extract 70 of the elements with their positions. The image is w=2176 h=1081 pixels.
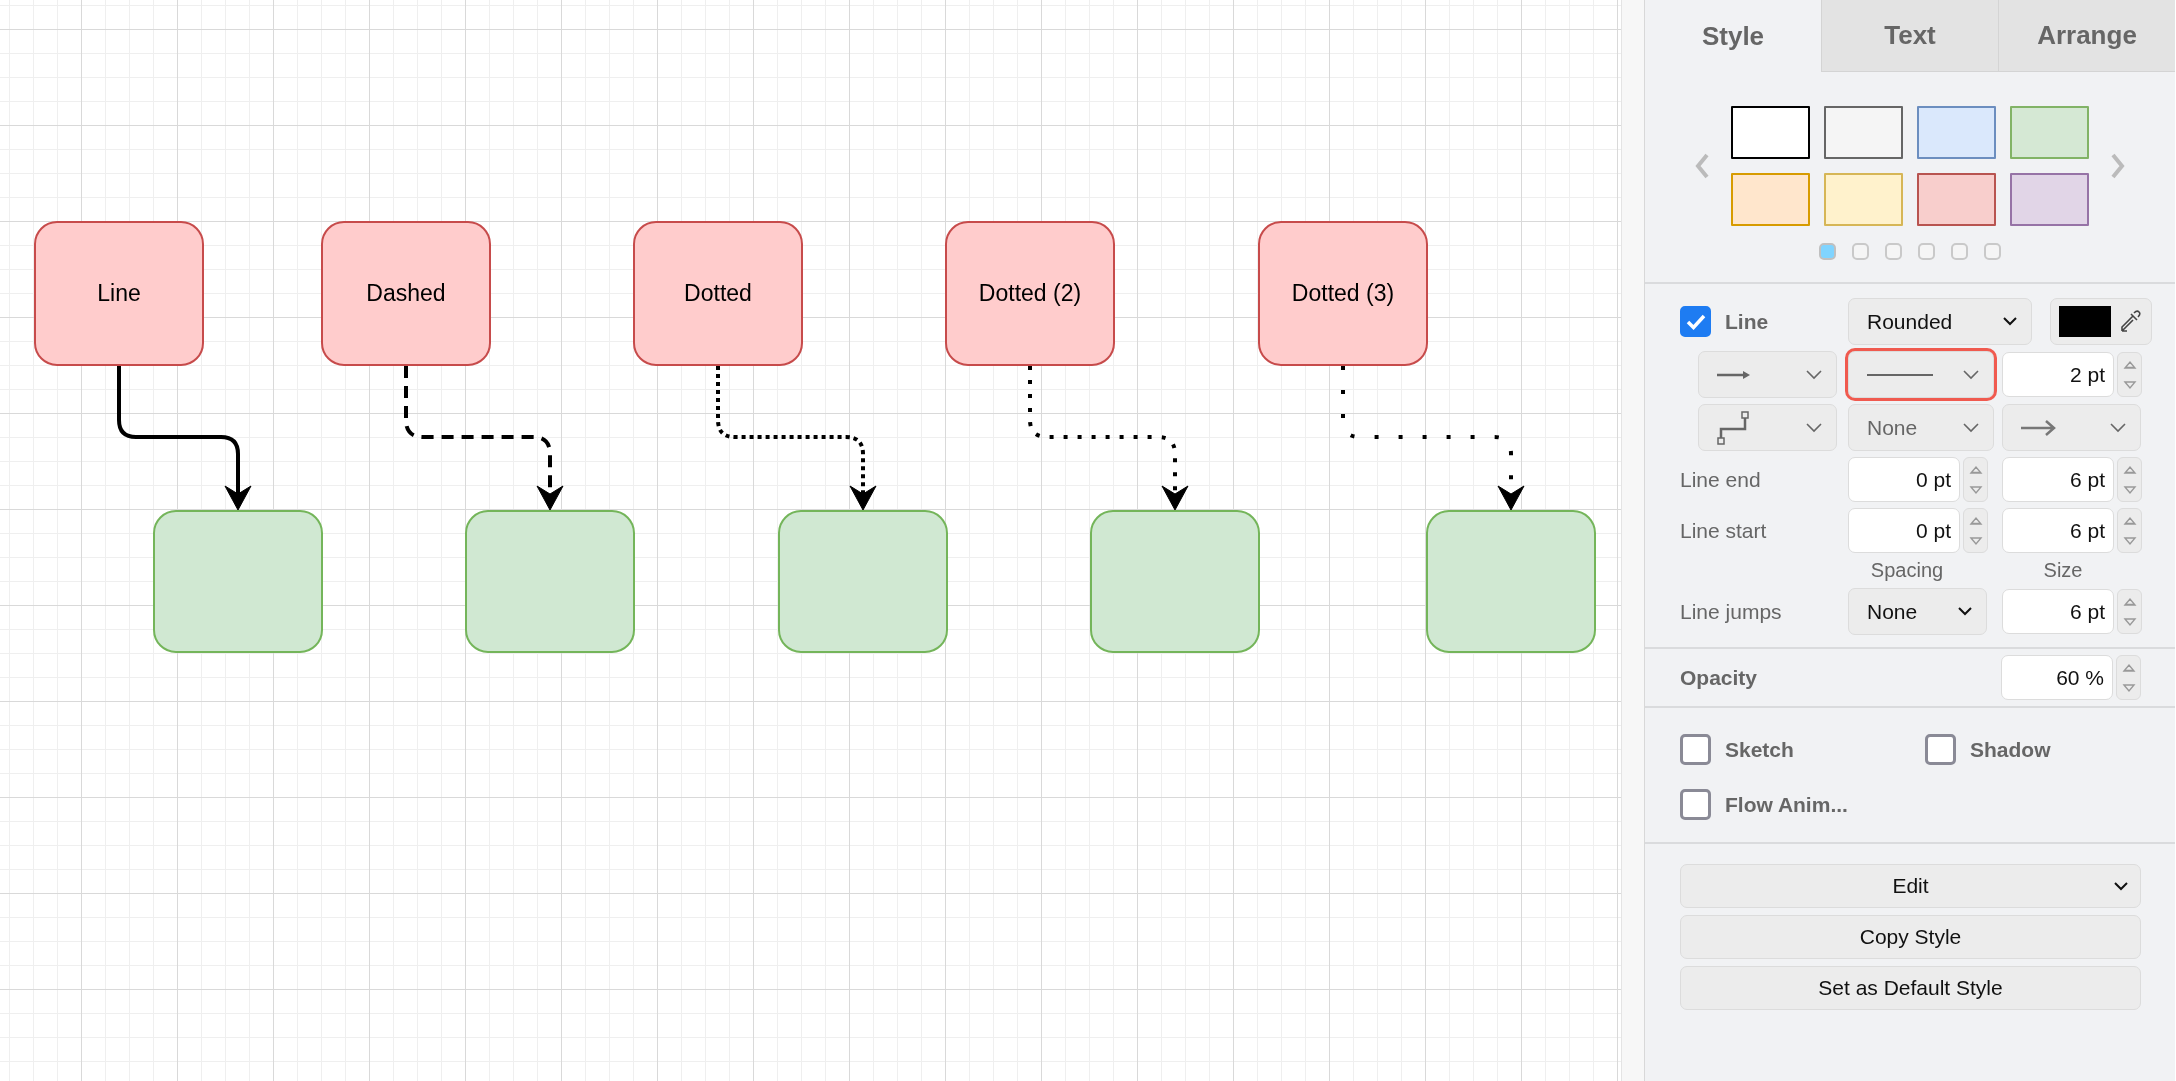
column-header: Spacing: [1869, 559, 1945, 582]
style-swatch[interactable]: [1731, 173, 1810, 226]
caret-icon: [2003, 317, 2017, 326]
style-swatch[interactable]: [1917, 173, 1996, 226]
style-swatch[interactable]: [2010, 173, 2089, 226]
checkmark-icon: [1685, 313, 1706, 330]
size-field[interactable]: 6 pt: [2002, 508, 2114, 553]
routing-dropdown[interactable]: Rounded: [1848, 298, 2032, 345]
checkbox[interactable]: [1680, 306, 1711, 337]
panel-tab[interactable]: Arrange: [1998, 0, 2175, 72]
option-label: Flow Anim...: [1725, 792, 1848, 817]
column-header: Size: [2042, 559, 2084, 582]
style-swatch[interactable]: [1824, 173, 1903, 226]
arrow-icon: [1717, 369, 1751, 380]
stepper[interactable]: [1963, 457, 1988, 502]
option-label: Shadow: [1970, 737, 2051, 762]
opacity-label: Opacity: [1680, 665, 1758, 690]
style-button[interactable]: Copy Style: [1680, 915, 2141, 959]
arrow-icon: [2021, 418, 2057, 437]
line-jumps-dropdown[interactable]: None: [1848, 588, 1987, 635]
stepper[interactable]: [2116, 655, 2141, 700]
eyedropper-icon: [2119, 309, 2141, 334]
checkbox[interactable]: [1680, 734, 1711, 765]
line-label: Line: [1725, 309, 1769, 334]
line-width-field[interactable]: 2 pt: [2002, 352, 2114, 397]
shape-label: Dotted: [684, 280, 752, 306]
arrow-style-dropdown[interactable]: [1698, 351, 1837, 398]
spacing-field[interactable]: 0 pt: [1848, 508, 1960, 553]
shape-label: Dashed: [366, 280, 446, 306]
checkbox[interactable]: [1680, 789, 1711, 820]
waypoints-icon: [1717, 410, 1751, 445]
style-button[interactable]: Set as Default Style: [1680, 966, 2141, 1010]
edit-style-menu[interactable]: Edit: [1680, 864, 2141, 908]
style-swatch[interactable]: [1917, 106, 1996, 159]
caret-icon: [2114, 881, 2128, 891]
line-end-dropdown[interactable]: [2002, 404, 2141, 451]
shape-label: Dotted (3): [1291, 280, 1395, 306]
shape-label: Dotted (2): [978, 280, 1082, 306]
spacing-field[interactable]: 0 pt: [1848, 457, 1960, 502]
size-field[interactable]: 6 pt: [2002, 589, 2114, 634]
line-jumps-label: Line jumps: [1680, 599, 1783, 624]
solid-line-icon: [1867, 372, 1933, 377]
caret-icon: [1958, 607, 1972, 616]
caret-icon: [1963, 422, 1979, 433]
size-field[interactable]: 6 pt: [2002, 457, 2114, 502]
checkbox[interactable]: [1925, 734, 1956, 765]
opacity-field[interactable]: 60 %: [2001, 655, 2113, 700]
panel-tab[interactable]: Text: [1821, 0, 1998, 72]
style-swatch[interactable]: [2010, 106, 2089, 159]
option-label: Sketch: [1725, 737, 1794, 762]
style-swatch[interactable]: [1824, 106, 1903, 159]
waypoints-dropdown[interactable]: [1698, 404, 1837, 451]
line-end-label: Line end: [1680, 467, 1762, 492]
shape-label: Line: [97, 280, 141, 306]
caret-icon: [2110, 422, 2126, 433]
line-start-label: Line start: [1680, 518, 1768, 543]
stepper[interactable]: [2117, 508, 2142, 553]
caret-icon: [1806, 369, 1822, 380]
stepper[interactable]: [2117, 352, 2142, 397]
style-swatch[interactable]: [1731, 106, 1810, 159]
stepper[interactable]: [1963, 508, 1988, 553]
chevron-left-icon[interactable]: [1695, 153, 1709, 179]
stepper[interactable]: [2117, 589, 2142, 634]
caret-icon: [1806, 422, 1822, 433]
chevron-right-icon[interactable]: [2111, 153, 2125, 179]
line-pattern-dropdown[interactable]: [1848, 351, 1994, 398]
caret-icon: [1963, 369, 1979, 380]
line-color-button[interactable]: [2050, 298, 2152, 345]
stepper[interactable]: [2117, 457, 2142, 502]
line-start-dropdown[interactable]: None: [1848, 404, 1994, 451]
